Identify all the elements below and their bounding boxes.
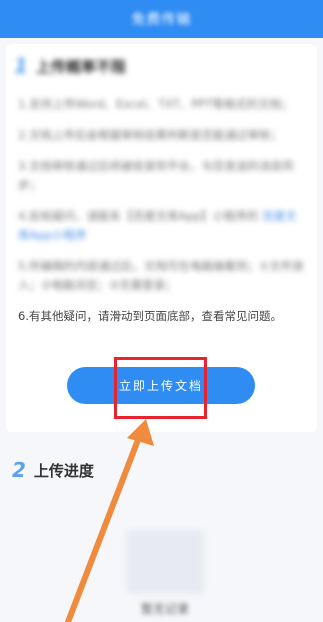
arrow-head [127,419,154,446]
arrow-shaft [65,429,144,622]
arrow-annotation-icon [65,419,154,622]
